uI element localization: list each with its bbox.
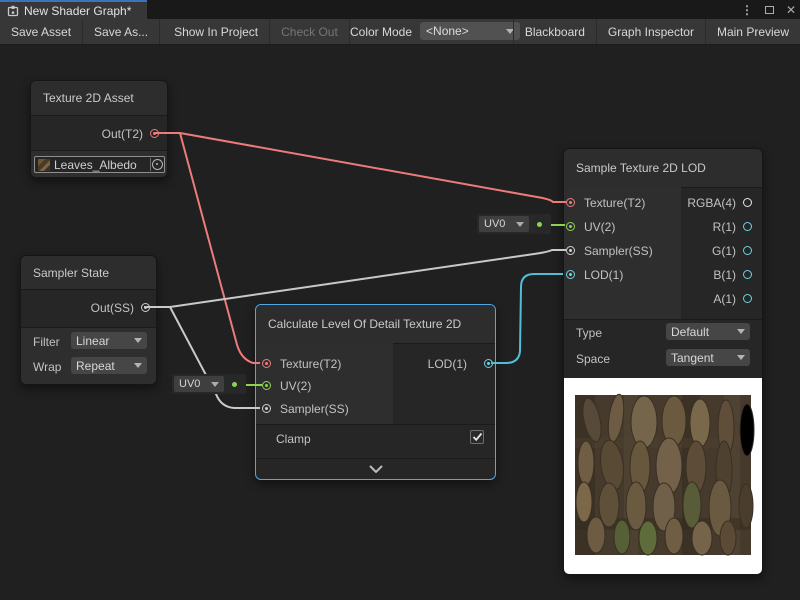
node-sampler-state[interactable]: Sampler State Out(SS) Filter Linear Wrap… xyxy=(20,255,157,385)
tab-strip: New Shader Graph* ⋮ ✕ xyxy=(0,0,800,19)
port-out-a[interactable] xyxy=(743,294,752,303)
main-preview-toggle-button[interactable]: Main Preview xyxy=(706,19,800,44)
color-mode-dropdown[interactable]: <None> xyxy=(420,22,520,40)
port-out-rgba[interactable] xyxy=(743,198,752,207)
collapse-previews-button[interactable] xyxy=(256,458,495,479)
port-in-sampler[interactable] xyxy=(262,404,271,413)
node-title: Texture 2D Asset xyxy=(31,81,167,116)
port-out-g[interactable] xyxy=(743,246,752,255)
shader-graph-icon xyxy=(7,5,19,17)
type-dropdown[interactable]: Default xyxy=(666,323,750,340)
save-asset-button[interactable]: Save Asset xyxy=(0,19,83,44)
port-in-texture[interactable] xyxy=(262,359,271,368)
port-out-r[interactable] xyxy=(743,222,752,231)
port-label: Out(T2) xyxy=(102,127,143,141)
color-mode-value: <None> xyxy=(426,24,469,38)
chevron-down-icon xyxy=(368,465,384,473)
clamp-label: Clamp xyxy=(276,432,311,446)
chevron-down-icon xyxy=(134,363,142,368)
port-label: UV(2) xyxy=(280,379,311,393)
color-mode-label: Color Mode xyxy=(346,19,420,44)
uv-channel-value: UV0 xyxy=(484,218,505,230)
port-label: Texture(T2) xyxy=(584,196,645,210)
blackboard-toggle-button[interactable]: Blackboard xyxy=(513,19,597,44)
port-out-t2[interactable] xyxy=(150,129,159,138)
port-label: G(1) xyxy=(712,244,736,258)
maximize-icon[interactable] xyxy=(765,6,774,14)
uv-port-stub xyxy=(529,222,549,227)
uv-wire-dot-icon xyxy=(232,382,237,387)
port-label: B(1) xyxy=(713,268,736,282)
space-dropdown[interactable]: Tangent xyxy=(666,349,750,366)
filter-dropdown[interactable]: Linear xyxy=(71,332,147,349)
edge-lod-to-sample[interactable] xyxy=(491,274,563,363)
check-out-button[interactable]: Check Out xyxy=(270,19,350,44)
port-label: Sampler(SS) xyxy=(280,402,349,416)
clamp-checkbox[interactable] xyxy=(470,430,484,444)
port-in-sampler[interactable] xyxy=(566,246,575,255)
space-label: Space xyxy=(576,352,610,366)
chevron-down-icon xyxy=(134,338,142,343)
port-in-uv[interactable] xyxy=(262,381,271,390)
chevron-down-icon xyxy=(737,329,745,334)
texture-object-field[interactable]: Leaves_Albedo xyxy=(34,156,165,173)
check-icon xyxy=(472,432,483,442)
type-label: Type xyxy=(576,326,602,340)
uv-channel-dropdown[interactable]: UV0 xyxy=(479,216,529,232)
leaves-atlas-image xyxy=(564,378,762,574)
port-label: RGBA(4) xyxy=(687,196,736,210)
node-title: Calculate Level Of Detail Texture 2D xyxy=(256,305,495,344)
port-label: Sampler(SS) xyxy=(584,244,653,258)
uv-channel-value: UV0 xyxy=(179,378,200,390)
port-in-texture[interactable] xyxy=(566,198,575,207)
node-sample-texture-2d-lod[interactable]: Sample Texture 2D LOD Texture(T2) UV(2) … xyxy=(563,148,763,575)
port-label: A(1) xyxy=(713,292,736,306)
toolbar: Save Asset Save As... Show In Project Ch… xyxy=(0,19,800,45)
node-calculate-lod-texture-2d[interactable]: Calculate Level Of Detail Texture 2D Tex… xyxy=(255,304,496,480)
chevron-down-icon xyxy=(737,355,745,360)
chevron-down-icon xyxy=(516,222,524,227)
tab-new-shader-graph[interactable]: New Shader Graph* xyxy=(0,0,147,19)
object-picker-icon[interactable] xyxy=(150,158,164,171)
port-label: Texture(T2) xyxy=(280,357,341,371)
port-in-uv[interactable] xyxy=(566,222,575,231)
shader-graph-window: UV0 UV0 Texture 2D Asset Out(T2) Leaves_… xyxy=(0,0,800,600)
chevron-down-icon xyxy=(211,382,219,387)
port-out-ss[interactable] xyxy=(141,303,150,312)
texture-thumbnail-icon xyxy=(38,159,50,171)
uv-channel-dropdown[interactable]: UV0 xyxy=(174,376,224,392)
port-label: LOD(1) xyxy=(428,357,467,371)
uv-port-stub xyxy=(224,382,244,387)
port-label: R(1) xyxy=(713,220,736,234)
port-in-lod[interactable] xyxy=(566,270,575,279)
graph-inspector-toggle-button[interactable]: Graph Inspector xyxy=(597,19,706,44)
uv-channel-widget: UV0 xyxy=(477,214,551,234)
uv-wire-dot-icon xyxy=(537,222,542,227)
port-label: LOD(1) xyxy=(584,268,623,282)
kebab-menu-icon[interactable]: ⋮ xyxy=(741,4,753,16)
port-label: UV(2) xyxy=(584,220,615,234)
show-in-project-button[interactable]: Show In Project xyxy=(163,19,270,44)
node-title: Sampler State xyxy=(21,256,156,290)
leaves-texture-preview xyxy=(564,378,762,574)
uv-channel-widget: UV0 xyxy=(172,374,246,394)
close-icon[interactable]: ✕ xyxy=(786,4,796,16)
window-controls: ⋮ ✕ xyxy=(741,0,796,19)
edge-sampler-to-sample[interactable] xyxy=(144,250,566,307)
edge-texture-to-sample[interactable] xyxy=(154,133,566,202)
port-out-b[interactable] xyxy=(743,270,752,279)
filter-label: Filter xyxy=(33,335,60,349)
save-as-button[interactable]: Save As... xyxy=(83,19,160,44)
node-texture-2d-asset[interactable]: Texture 2D Asset Out(T2) Leaves_Albedo xyxy=(30,80,168,178)
node-title: Sample Texture 2D LOD xyxy=(564,149,762,188)
wrap-dropdown[interactable]: Repeat xyxy=(71,357,147,374)
edge-texture-to-calculate[interactable] xyxy=(180,133,260,363)
tab-title: New Shader Graph* xyxy=(24,4,131,18)
texture-name: Leaves_Albedo xyxy=(54,158,137,172)
wrap-label: Wrap xyxy=(33,360,61,374)
port-out-lod[interactable] xyxy=(484,359,493,368)
port-label: Out(SS) xyxy=(91,301,134,315)
